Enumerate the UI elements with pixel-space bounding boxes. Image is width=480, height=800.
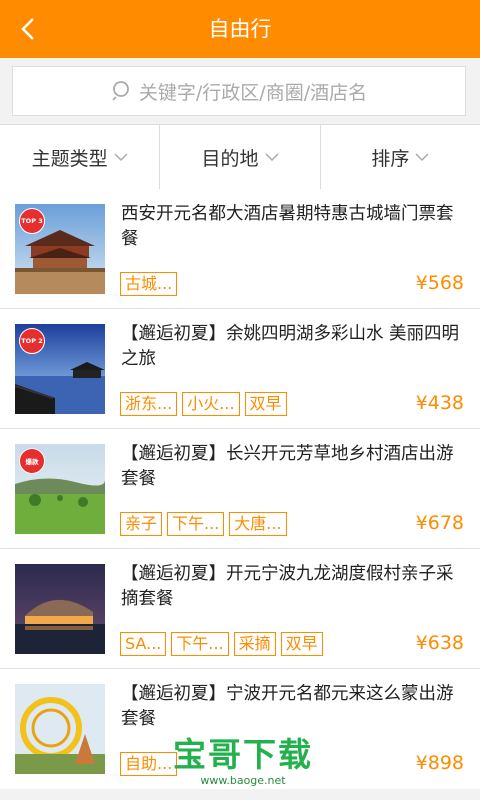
item-tags: 亲子 下午... 大唐... [120, 512, 292, 536]
item-tag: 古城... [120, 272, 178, 296]
item-price: ¥898 [415, 752, 464, 774]
item-tag: 亲子 [120, 512, 163, 536]
search-input[interactable]: 关键字/行政区/商圈/酒店名 [12, 66, 466, 116]
item-tags: 自助... [120, 752, 182, 776]
list-item[interactable]: 爆款 【邂逅初夏】长兴开元芳草地乡村酒店出游套餐 亲子 下午... 大唐... … [0, 429, 480, 549]
list-item[interactable]: TOP 2 【邂逅初夏】余姚四明湖多彩山水 美丽四明之旅 浙东... 小火...… [0, 309, 480, 429]
rank-badge: TOP 3 [19, 208, 45, 234]
item-name: 【邂逅初夏】开元宁波九龙湖度假村亲子采摘套餐 [121, 564, 454, 609]
search-bar: 关键字/行政区/商圈/酒店名 [0, 58, 480, 124]
item-name: 西安开元名都大酒店暑期特惠古城墙门票套餐 [121, 204, 454, 249]
item-tag: SA... [120, 632, 167, 656]
filter-label: 主题类型 [31, 147, 108, 170]
item-tags: 古城... [120, 272, 182, 296]
item-tag: 小火... [182, 392, 240, 416]
search-icon [112, 81, 129, 101]
rank-badge: TOP 2 [19, 328, 45, 354]
item-thumbnail: TOP 2 [15, 324, 105, 414]
chevron-down-icon [114, 152, 128, 161]
app-header: 自由行 [0, 0, 480, 58]
item-tag: 自助... [120, 752, 178, 776]
package-list: TOP 3 西安开元名都大酒店暑期特惠古城墙门票套餐 古城... ¥568 TO… [0, 189, 480, 789]
filter-label: 排序 [371, 147, 410, 170]
list-item[interactable]: TOP 3 西安开元名都大酒店暑期特惠古城墙门票套餐 古城... ¥568 [0, 189, 480, 309]
item-tag: 双早 [280, 632, 323, 656]
item-thumbnail [15, 684, 105, 774]
filter-bar: 主题类型 目的地 排序 [0, 124, 480, 190]
filter-theme-type[interactable]: 主题类型 [0, 125, 161, 189]
page-title: 自由行 [208, 17, 272, 41]
item-tags: SA... 下午... 采摘 双早 [120, 632, 328, 656]
item-price: ¥438 [415, 392, 464, 414]
item-tag: 大唐... [229, 512, 287, 536]
filter-label: 目的地 [201, 147, 259, 170]
item-name: 【邂逅初夏】长兴开元芳草地乡村酒店出游套餐 [121, 444, 454, 489]
search-placeholder: 关键字/行政区/商圈/酒店名 [138, 81, 368, 104]
item-thumbnail: 爆款 [15, 444, 105, 534]
item-tag: 下午... [167, 512, 225, 536]
chevron-down-icon [415, 152, 429, 161]
list-item[interactable]: 【邂逅初夏】开元宁波九龙湖度假村亲子采摘套餐 SA... 下午... 采摘 双早… [0, 549, 480, 669]
item-thumbnail [15, 564, 105, 654]
filter-destination[interactable]: 目的地 [160, 125, 321, 189]
item-tags: 浙东... 小火... 双早 [120, 392, 292, 416]
item-thumbnail: TOP 3 [15, 204, 105, 294]
filter-sort[interactable]: 排序 [321, 125, 480, 189]
item-price: ¥638 [415, 632, 464, 654]
item-tag: 浙东... [120, 392, 178, 416]
rank-badge: 爆款 [19, 448, 45, 474]
item-tag: 采摘 [233, 632, 276, 656]
list-item[interactable]: 【邂逅初夏】宁波开元名都元来这么蒙出游套餐 自助... ¥898 [0, 669, 480, 789]
item-price: ¥568 [415, 272, 464, 294]
item-tag: 下午... [171, 632, 229, 656]
chevron-down-icon [264, 152, 279, 161]
item-price: ¥678 [415, 512, 464, 534]
item-name: 【邂逅初夏】余姚四明湖多彩山水 美丽四明之旅 [121, 324, 460, 369]
item-name: 【邂逅初夏】宁波开元名都元来这么蒙出游套餐 [121, 684, 454, 729]
item-tag: 双早 [244, 392, 287, 416]
